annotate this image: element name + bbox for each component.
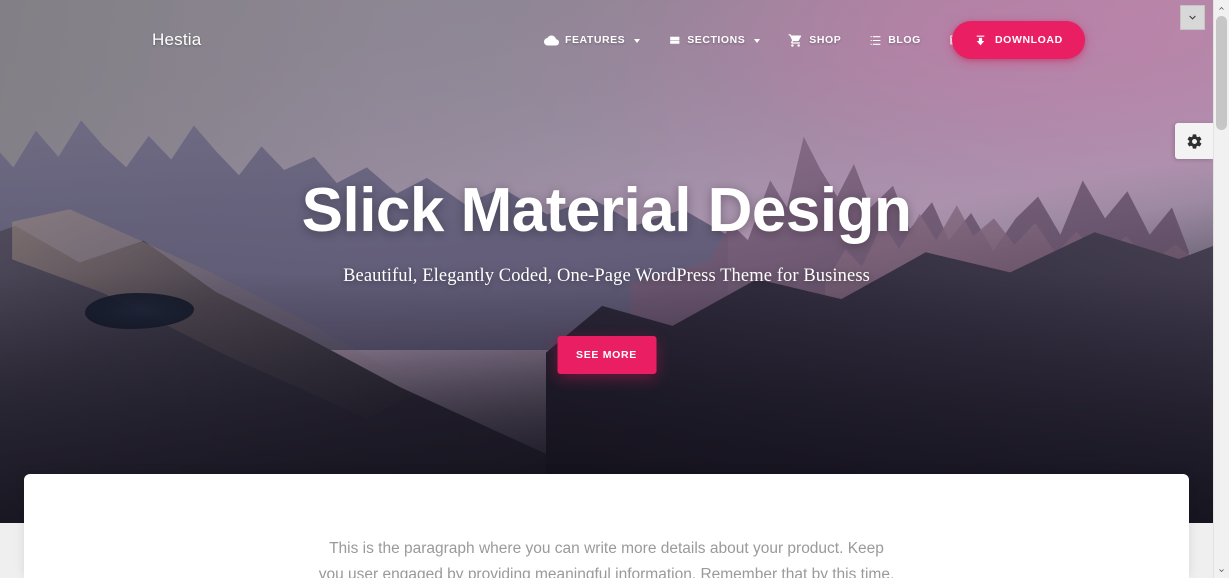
chevron-down-icon <box>634 38 641 43</box>
nav-item-sections[interactable]: SECTIONS <box>654 23 774 57</box>
nav-item-shop[interactable]: SHOP <box>774 23 855 57</box>
shopping-cart-icon <box>788 33 803 48</box>
site-navbar: Hestia FEATURES SECTIONS SHOP BLOG DOWNL… <box>0 0 1213 80</box>
list-icon <box>869 34 882 47</box>
hero-subtitle: Beautiful, Elegantly Coded, One-Page Wor… <box>343 266 870 286</box>
chevron-up-icon <box>1219 6 1224 10</box>
cloud-icon <box>544 33 559 48</box>
content-card: This is the paragraph where you can writ… <box>24 474 1189 578</box>
nav-item-label: BLOG <box>888 34 921 46</box>
nav-item-features[interactable]: FEATURES <box>530 23 654 57</box>
content-paragraph: This is the paragraph where you can writ… <box>318 540 895 578</box>
scrollbar-thumb[interactable] <box>1216 16 1227 130</box>
site-brand[interactable]: Hestia <box>152 30 201 50</box>
hero-title: Slick Material Design <box>301 176 912 245</box>
chevron-down-icon <box>1219 568 1224 572</box>
gear-icon <box>1187 133 1201 149</box>
chevron-down-icon <box>754 38 761 43</box>
browser-viewport: Hestia FEATURES SECTIONS SHOP BLOG DOWNL… <box>0 0 1229 578</box>
scrollbar-down-button[interactable] <box>1214 562 1229 578</box>
nav-item-blog[interactable]: BLOG <box>855 23 935 57</box>
nav-item-label: SHOP <box>809 34 842 46</box>
download-button[interactable]: DOWNLOAD <box>952 21 1085 59</box>
download-button-label: DOWNLOAD <box>995 34 1063 46</box>
page-scroll-area: Hestia FEATURES SECTIONS SHOP BLOG DOWNL… <box>0 0 1213 578</box>
chevron-down-icon <box>1189 15 1196 20</box>
settings-tab-button[interactable] <box>1175 123 1213 159</box>
download-icon <box>974 34 987 47</box>
view-stream-icon <box>668 34 681 47</box>
scrollbar-up-button[interactable] <box>1214 0 1229 16</box>
nav-item-label: SECTIONS <box>687 34 746 46</box>
nav-item-label: FEATURES <box>565 34 626 46</box>
vertical-scrollbar[interactable] <box>1213 0 1229 578</box>
see-more-button[interactable]: SEE MORE <box>557 336 656 374</box>
collapse-toggle-button[interactable] <box>1180 5 1205 30</box>
